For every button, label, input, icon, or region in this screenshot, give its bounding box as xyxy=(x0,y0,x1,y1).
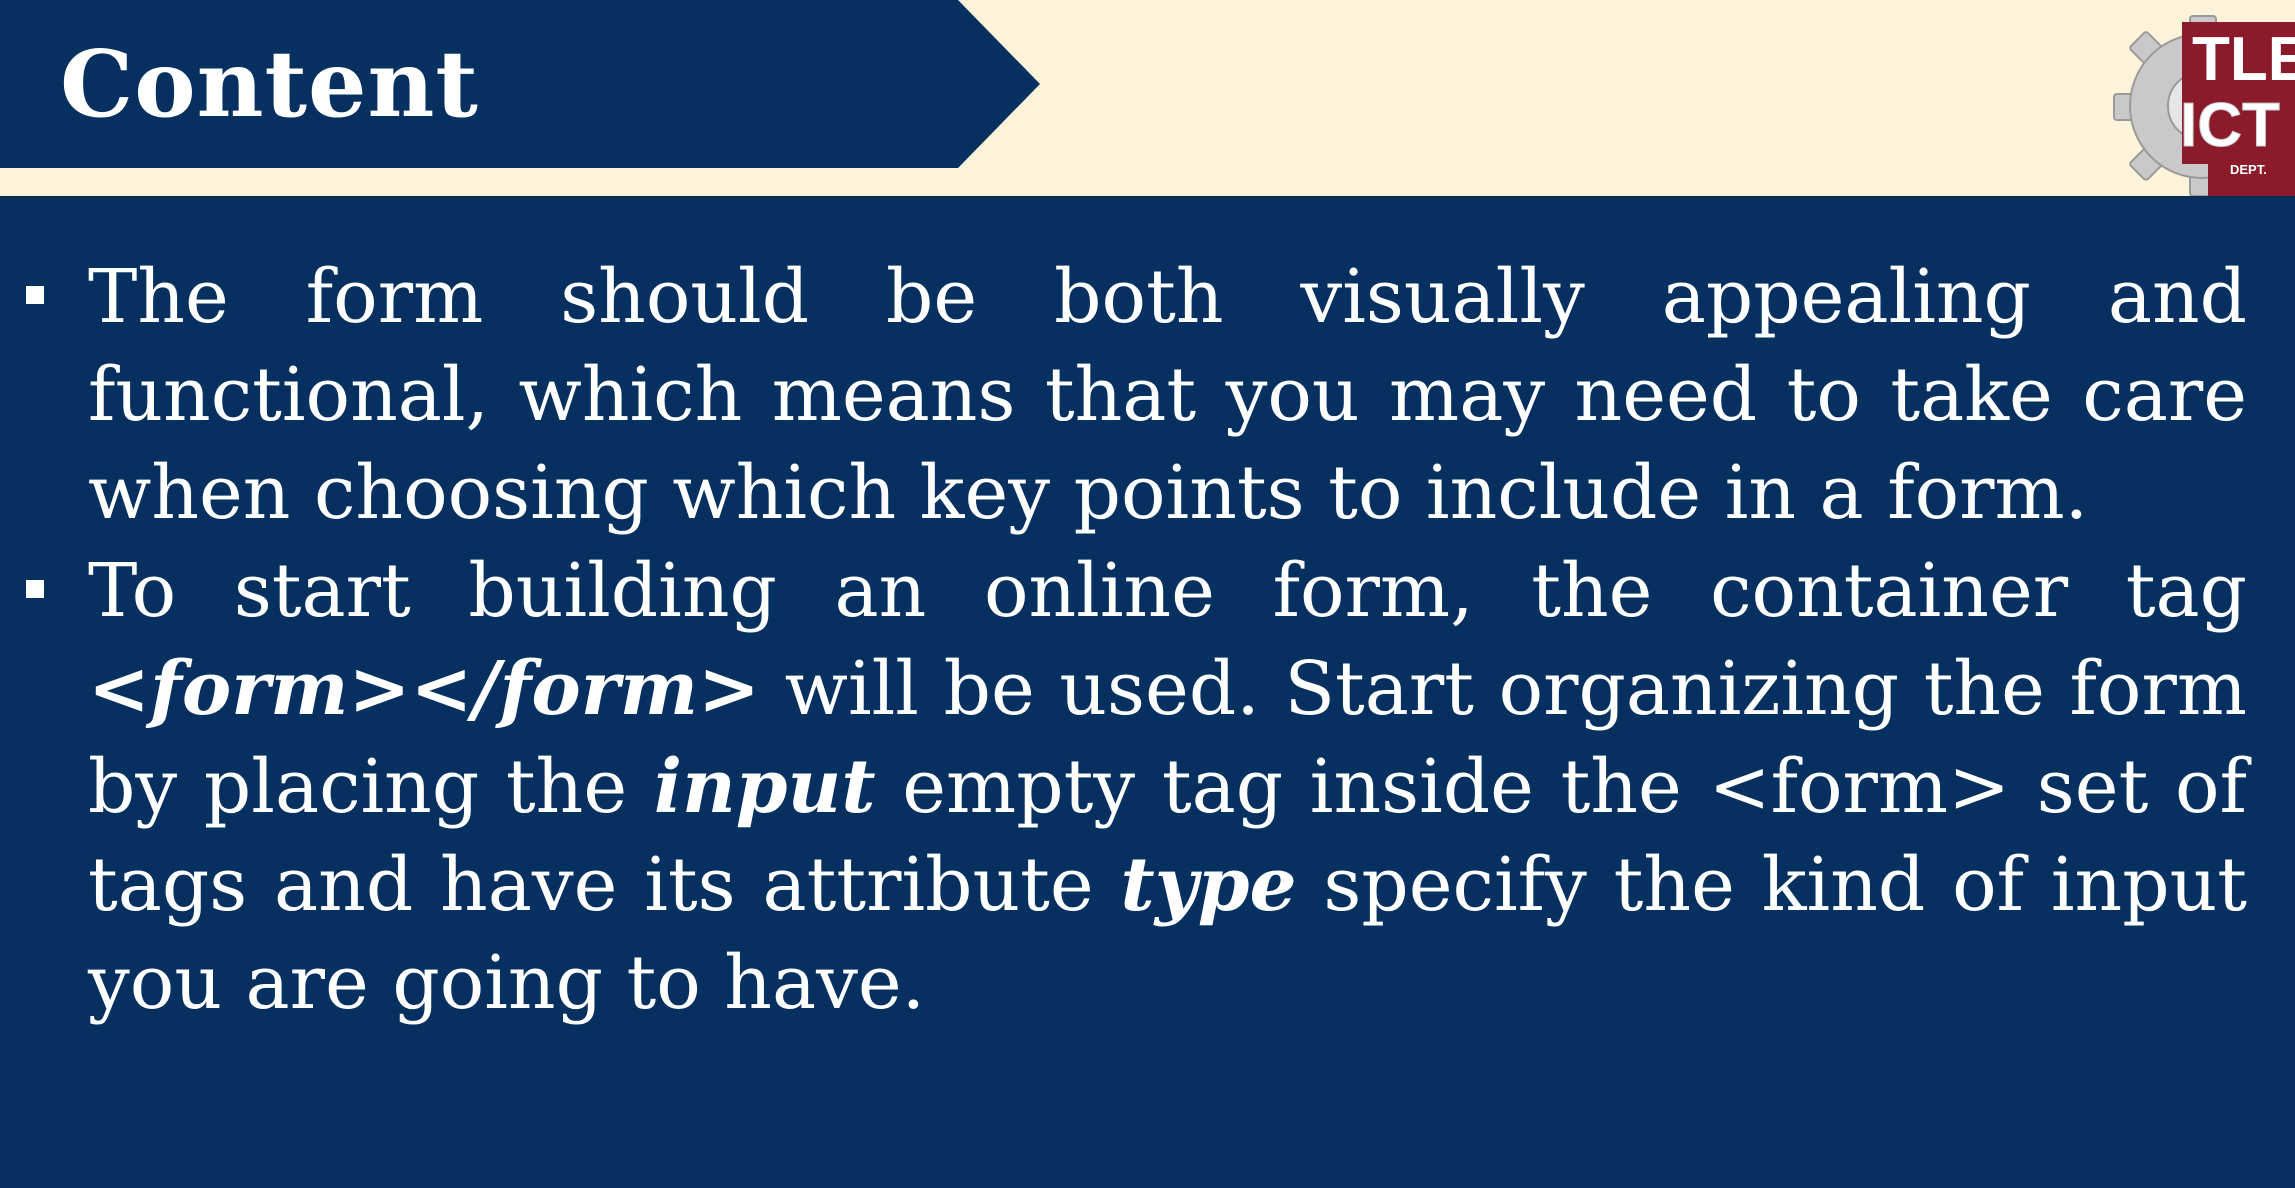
gear-icon: TLE ICT DEPT. xyxy=(2113,15,2295,200)
bullet-item-1: The form should be both visually appeali… xyxy=(0,248,2295,542)
bullet-text-1: The form should be both visually appeali… xyxy=(88,254,2247,536)
type-keyword: type xyxy=(1120,842,1297,928)
logo-text-tle: TLE xyxy=(2192,25,2295,94)
input-keyword: input xyxy=(653,744,876,830)
bullet-square-icon xyxy=(26,580,44,598)
form-tag-code: <form></form> xyxy=(88,646,760,732)
bullet-item-2: To start building an online form, the co… xyxy=(0,542,2295,1032)
title-banner: Content xyxy=(0,0,1040,168)
logo-text-dept: DEPT. xyxy=(2230,162,2267,177)
slide-title: Content xyxy=(60,30,479,138)
content-panel: The form should be both visually appeali… xyxy=(0,196,2295,1188)
tle-ict-logo: TLE ICT DEPT. xyxy=(2112,14,2295,200)
bullet-text-2a: To start building an online form, the co… xyxy=(88,548,2247,634)
bullet-list: The form should be both visually appeali… xyxy=(0,248,2295,1032)
bullet-square-icon xyxy=(26,286,44,304)
logo-text-ict: ICT xyxy=(2180,91,2280,160)
